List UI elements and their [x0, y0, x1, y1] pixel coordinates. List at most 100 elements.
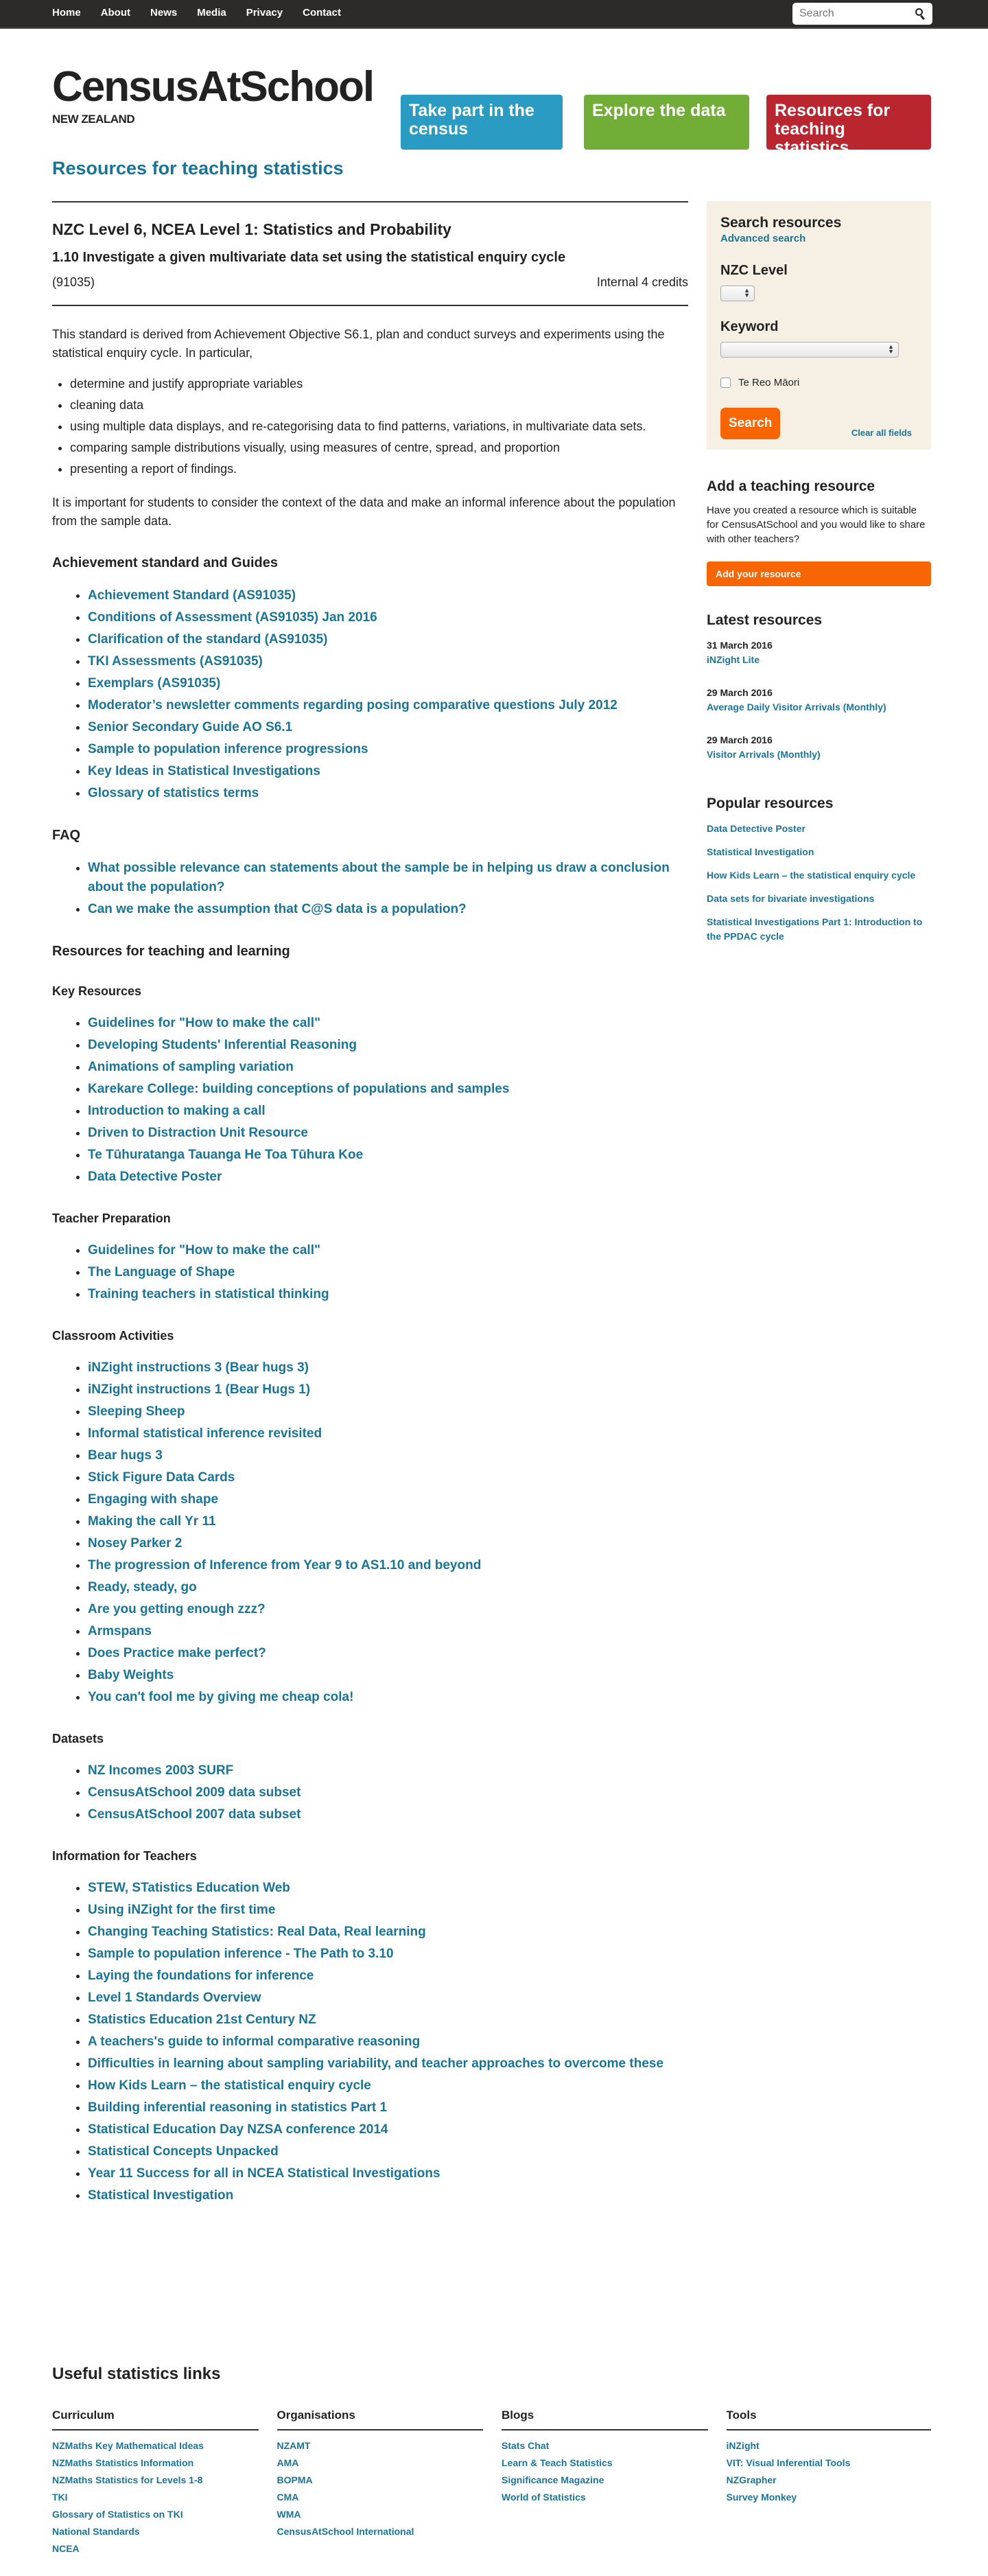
resource-link[interactable]: How Kids Learn – the statistical enquiry… — [88, 2078, 371, 2093]
resource-link[interactable]: iNZight instructions 3 (Bear hugs 3) — [88, 1360, 309, 1375]
resource-link[interactable]: Introduction to making a call — [88, 1104, 266, 1118]
resource-link[interactable]: Training teachers in statistical thinkin… — [88, 1287, 329, 1301]
nav-media[interactable]: Media — [197, 7, 226, 19]
site-search-input[interactable] — [798, 7, 908, 21]
resource-link[interactable]: TKI Assessments (AS91035) — [88, 654, 263, 669]
resource-link[interactable]: Senior Secondary Guide AO S6.1 — [88, 720, 292, 734]
resource-link[interactable]: What possible relevance can statements a… — [88, 861, 670, 894]
tile-teaching-resources[interactable]: Resources for teaching statistics — [766, 95, 931, 157]
resource-link[interactable]: Year 11 Success for all in NCEA Statisti… — [88, 2166, 440, 2181]
clear-fields-link[interactable]: Clear all fields — [851, 428, 912, 438]
nzc-level-select[interactable]: ▲ ▼ — [720, 286, 755, 301]
resource-link[interactable]: Armspans — [88, 1624, 152, 1638]
resource-link[interactable]: Developing Students' Inferential Reasoni… — [88, 1038, 357, 1052]
resource-link[interactable]: You can't fool me by giving me cheap col… — [88, 1690, 353, 1704]
resource-link[interactable]: Conditions of Assessment (AS91035) Jan 2… — [88, 610, 377, 625]
resource-link[interactable]: CensusAtSchool 2007 data subset — [88, 1807, 301, 1822]
resource-link[interactable]: Stick Figure Data Cards — [88, 1470, 235, 1485]
resource-link[interactable]: NZ Incomes 2003 SURF — [88, 1763, 233, 1778]
footer-link[interactable]: Survey Monkey — [727, 2489, 932, 2506]
footer-link[interactable]: Stats Chat — [502, 2437, 708, 2455]
resource-link[interactable]: Sleeping Sheep — [88, 1404, 185, 1419]
popular-item-link[interactable]: How Kids Learn – the statistical enquiry… — [707, 868, 931, 883]
resource-link[interactable]: Key Ideas in Statistical Investigations — [88, 764, 320, 778]
footer-link[interactable]: NCEA — [52, 2540, 259, 2557]
resource-link[interactable]: Making the call Yr 11 — [88, 1514, 216, 1529]
footer-link[interactable]: BOPMA — [277, 2472, 484, 2489]
resource-link[interactable]: Sample to population inference - The Pat… — [88, 1947, 394, 1961]
resource-link[interactable]: Guidelines for "How to make the call" — [88, 1243, 320, 1257]
site-logo[interactable]: CensusAtSchool NEW ZEALAND — [52, 63, 375, 126]
resource-link[interactable]: Baby Weights — [88, 1668, 174, 1682]
resource-link[interactable]: Are you getting enough zzz? — [88, 1602, 266, 1616]
footer-link[interactable]: CensusAtSchool International — [277, 2523, 484, 2540]
resource-link[interactable]: Ready, steady, go — [88, 1580, 197, 1594]
footer-link[interactable]: iNZight — [727, 2437, 932, 2455]
resource-link[interactable]: Building inferential reasoning in statis… — [88, 2100, 387, 2115]
resource-link[interactable]: iNZight instructions 1 (Bear Hugs 1) — [88, 1382, 310, 1397]
resource-link[interactable]: Moderator’s newsletter comments regardin… — [88, 698, 618, 712]
footer-link[interactable]: National Standards — [52, 2523, 259, 2540]
resource-link[interactable]: The Language of Shape — [88, 1265, 235, 1279]
resource-link[interactable]: Glossary of statistics terms — [88, 786, 259, 800]
resource-link[interactable]: Statistics Education 21st Century NZ — [88, 2012, 316, 2027]
resource-link[interactable]: Using iNZight for the first time — [88, 1903, 275, 1917]
resource-link[interactable]: Bear hugs 3 — [88, 1448, 163, 1463]
resource-link[interactable]: A teachers's guide to informal comparati… — [88, 2034, 420, 2049]
resource-link[interactable]: Nosey Parker 2 — [88, 1536, 182, 1551]
resource-link[interactable]: Data Detective Poster — [88, 1170, 222, 1184]
resource-link[interactable]: Statistical Concepts Unpacked — [88, 2144, 279, 2159]
tile-take-part[interactable]: Take part in the census — [401, 95, 563, 150]
resource-link[interactable]: Informal statistical inference revisited — [88, 1426, 322, 1441]
resource-link[interactable]: CensusAtSchool 2009 data subset — [88, 1785, 301, 1800]
resource-link[interactable]: The progression of Inference from Year 9… — [88, 1558, 481, 1573]
search-button[interactable]: Search — [720, 408, 781, 439]
popular-item-link[interactable]: Data Detective Poster — [707, 822, 931, 836]
footer-link[interactable]: TKI — [52, 2489, 259, 2506]
tile-explore-data[interactable]: Explore the data — [584, 95, 749, 150]
resource-link[interactable]: Laying the foundations for inference — [88, 1969, 314, 1983]
footer-link[interactable]: Glossary of Statistics on TKI — [52, 2506, 259, 2523]
te-reo-maori-checkbox[interactable] — [720, 378, 731, 388]
add-resource-button[interactable]: Add your resource — [707, 561, 931, 586]
nav-home[interactable]: Home — [52, 7, 81, 19]
resource-link[interactable]: Level 1 Standards Overview — [88, 1991, 261, 2005]
footer-link[interactable]: NZMaths Statistics Information — [52, 2455, 259, 2472]
resource-link[interactable]: Engaging with shape — [88, 1492, 218, 1507]
resource-link[interactable]: Statistical Investigation — [88, 2188, 233, 2203]
keyword-select[interactable]: ▲ ▼ — [720, 342, 899, 358]
search-icon[interactable] — [915, 8, 927, 21]
footer-link[interactable]: VIT: Visual Inferential Tools — [727, 2455, 932, 2472]
resource-link[interactable]: Karekare College: building conceptions o… — [88, 1082, 509, 1096]
resource-link[interactable]: Driven to Distraction Unit Resource — [88, 1126, 308, 1140]
advanced-search-link[interactable]: Advanced search — [720, 233, 805, 244]
resource-link[interactable]: Does Practice make perfect? — [88, 1646, 266, 1660]
resource-link[interactable]: STEW, STatistics Education Web — [88, 1881, 290, 1895]
resource-link[interactable]: Exemplars (AS91035) — [88, 676, 220, 691]
resource-link[interactable]: Clarification of the standard (AS91035) — [88, 632, 327, 647]
footer-link[interactable]: Significance Magazine — [502, 2472, 708, 2489]
popular-item-link[interactable]: Data sets for bivariate investigations — [707, 892, 931, 906]
footer-link[interactable]: NZAMT — [277, 2437, 484, 2455]
latest-item-link[interactable]: Average Daily Visitor Arrivals (Monthly) — [707, 701, 931, 712]
resource-link[interactable]: Sample to population inference progressi… — [88, 742, 368, 756]
nav-privacy[interactable]: Privacy — [246, 7, 283, 19]
nav-about[interactable]: About — [101, 7, 130, 19]
nav-contact[interactable]: Contact — [303, 7, 341, 19]
resource-link[interactable]: Animations of sampling variation — [88, 1060, 294, 1074]
footer-link[interactable]: NZGrapher — [727, 2472, 932, 2489]
footer-link[interactable]: AMA — [277, 2455, 484, 2472]
footer-link[interactable]: NZMaths Key Mathematical Ideas — [52, 2437, 259, 2455]
popular-item-link[interactable]: Statistical Investigation — [707, 845, 931, 859]
latest-item-link[interactable]: iNZight Lite — [707, 654, 931, 665]
footer-link[interactable]: World of Statistics — [502, 2489, 708, 2506]
nav-news[interactable]: News — [150, 7, 177, 19]
resource-link[interactable]: Statistical Education Day NZSA conferenc… — [88, 2122, 388, 2137]
popular-item-link[interactable]: Statistical Investigations Part 1: Intro… — [707, 915, 931, 944]
resource-link[interactable]: Can we make the assumption that C@S data… — [88, 902, 467, 916]
resource-link[interactable]: Changing Teaching Statistics: Real Data,… — [88, 1925, 426, 1939]
footer-link[interactable]: WMA — [277, 2506, 484, 2523]
resource-link[interactable]: Achievement Standard (AS91035) — [88, 588, 296, 603]
resource-link[interactable]: Guidelines for "How to make the call" — [88, 1016, 320, 1030]
latest-item-link[interactable]: Visitor Arrivals (Monthly) — [707, 749, 931, 760]
